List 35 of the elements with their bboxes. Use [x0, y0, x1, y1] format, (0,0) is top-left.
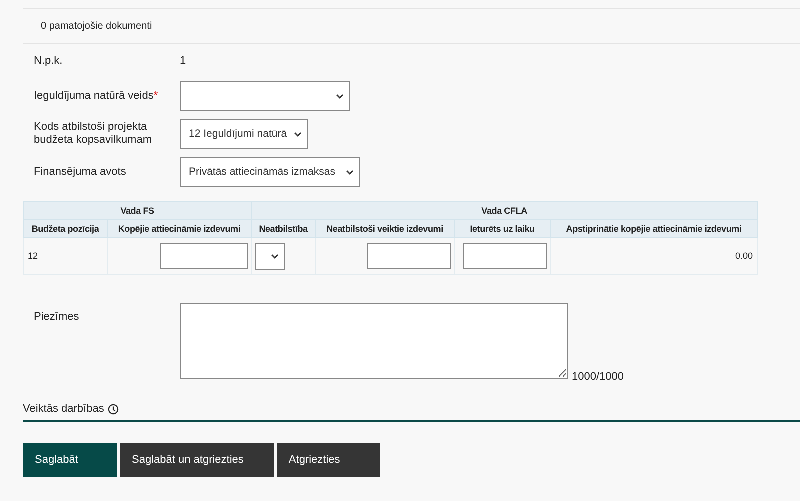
table-cell: 12 — [24, 238, 108, 274]
action-button[interactable]: Saglabāt un atgriezties — [120, 443, 274, 477]
character-counter: 1000/1000 — [572, 371, 624, 383]
field-label: Ieguldījuma natūrā veids* — [34, 90, 160, 102]
field-label: Kods atbilstoši projekta budžeta kopsavilkumam — [34, 121, 154, 147]
save-button[interactable]: Saglabāt — [23, 443, 117, 477]
dropdown[interactable]: Privātās attiecināmās izmaksas — [180, 157, 360, 187]
dropdown[interactable]: 12 Ieguldījumi natūrā — [180, 119, 308, 149]
group-header: Vada CFLA — [252, 202, 758, 220]
column-header: Budžeta pozīcija — [24, 220, 108, 238]
notes-field[interactable] — [180, 303, 568, 379]
field-value: 1 — [180, 54, 186, 69]
chevron-down-icon — [336, 94, 344, 98]
column-header: Neatbilstība — [252, 220, 316, 238]
column-header: Ieturēts uz laiku — [454, 220, 550, 238]
field-label: Finansējuma avots — [34, 166, 128, 178]
table-cell: 0.00 — [550, 238, 758, 274]
chevron-down-icon — [271, 254, 279, 258]
field-label: N.p.k. — [34, 54, 64, 68]
input-field[interactable] — [160, 243, 248, 269]
action-button[interactable]: Atgriezties — [276, 443, 380, 477]
input-field[interactable] — [367, 243, 451, 269]
chevron-down-icon — [346, 170, 354, 174]
chevron-down-icon — [294, 132, 302, 136]
column-header: Apstiprinātie kopējie attiecināmie izdevumi — [550, 220, 758, 238]
column-header: Neatbilstoši veiktie izdevumi — [316, 220, 454, 238]
clock-icon — [108, 404, 120, 414]
input-field[interactable] — [463, 243, 547, 269]
section-title: Veiktās darbības — [23, 403, 104, 415]
column-header: Kopējie attiecināmie izdevumi — [108, 220, 252, 238]
group-header: Vada FS — [24, 202, 252, 220]
dropdown[interactable] — [180, 81, 350, 111]
documents-link[interactable]: 0 pamatojošie dokumenti — [41, 20, 152, 32]
field-label: Piezīmes — [34, 310, 80, 324]
dropdown[interactable] — [255, 242, 285, 270]
